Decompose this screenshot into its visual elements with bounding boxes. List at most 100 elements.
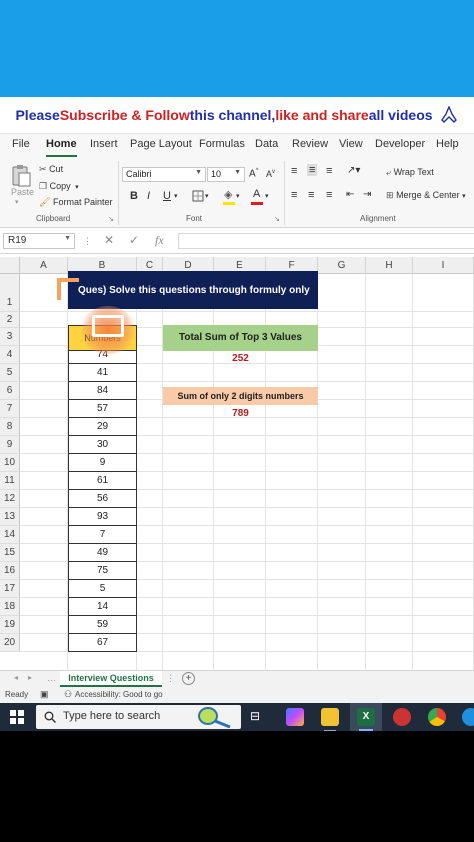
bold-button[interactable]: B bbox=[130, 190, 138, 202]
align-center-icon[interactable]: ≡ bbox=[308, 189, 314, 201]
row-header-17[interactable]: 17 bbox=[0, 580, 20, 598]
row-header-5[interactable]: 5 bbox=[0, 364, 20, 382]
column-header-a[interactable]: A bbox=[20, 257, 68, 274]
two-digit-value-cell[interactable]: 789 bbox=[163, 408, 318, 424]
row-header-20[interactable]: 20 bbox=[0, 634, 20, 652]
orientation-icon[interactable]: ↗▾ bbox=[347, 165, 360, 176]
decrease-indent-icon[interactable]: ⇤ bbox=[346, 189, 354, 200]
row-header-8[interactable]: 8 bbox=[0, 418, 20, 436]
number-cell[interactable]: 49 bbox=[68, 544, 137, 562]
number-cell[interactable]: 9 bbox=[68, 454, 137, 472]
column-header-g[interactable]: G bbox=[318, 257, 366, 274]
number-cell[interactable]: 75 bbox=[68, 562, 137, 580]
row-header-15[interactable]: 15 bbox=[0, 544, 20, 562]
question-title-cell[interactable]: Ques) Solve this questions through formu… bbox=[68, 271, 318, 309]
column-header-i[interactable]: I bbox=[413, 257, 474, 274]
row-header-6[interactable]: 6 bbox=[0, 382, 20, 400]
increase-indent-icon[interactable]: ⇥ bbox=[363, 189, 371, 200]
file-explorer-icon[interactable] bbox=[321, 708, 339, 726]
chevron-down-icon[interactable]: ▾ bbox=[236, 192, 240, 200]
row-header-12[interactable]: 12 bbox=[0, 490, 20, 508]
row-header-19[interactable]: 19 bbox=[0, 616, 20, 634]
row-header-2[interactable]: 2 bbox=[0, 312, 20, 328]
row-header-13[interactable]: 13 bbox=[0, 508, 20, 526]
insert-function-icon[interactable]: fx bbox=[155, 233, 164, 248]
row-header-1[interactable]: 1 bbox=[0, 274, 20, 312]
excel-icon[interactable]: X bbox=[357, 708, 375, 726]
number-cell[interactable]: 93 bbox=[68, 508, 137, 526]
number-cell[interactable]: 5 bbox=[68, 580, 137, 598]
merge-center-button[interactable]: ⊞ Merge & Center ▾ bbox=[386, 190, 466, 201]
number-cell[interactable]: 14 bbox=[68, 598, 137, 616]
worksheet-grid[interactable]: ABCDEFGHI 1 2 3 4 5 6 7 8 9 10 11 12 13 14 15 16 17 18 19 2… bbox=[0, 254, 474, 670]
macro-record-icon[interactable]: ▣ bbox=[40, 689, 49, 700]
tab-review[interactable]: Review bbox=[292, 138, 328, 150]
name-box[interactable]: R19 ▼ bbox=[3, 233, 75, 249]
chrome-icon[interactable] bbox=[428, 708, 446, 726]
more-sheets-icon[interactable]: ⋮ bbox=[166, 673, 175, 684]
font-color-icon[interactable]: A bbox=[253, 188, 260, 200]
row-header-10[interactable]: 10 bbox=[0, 454, 20, 472]
number-cell[interactable]: 56 bbox=[68, 490, 137, 508]
column-header-h[interactable]: H bbox=[366, 257, 413, 274]
windows-start-icon[interactable] bbox=[10, 710, 24, 724]
tab-help[interactable]: Help bbox=[436, 138, 459, 150]
decrease-font-icon[interactable]: Av bbox=[266, 169, 275, 179]
number-cell[interactable]: 41 bbox=[68, 364, 137, 382]
align-bottom-icon[interactable]: ≡ bbox=[326, 165, 332, 177]
top3-label-cell[interactable]: Total Sum of Top 3 Values bbox=[163, 325, 318, 351]
tab-formulas[interactable]: Formulas bbox=[199, 138, 245, 150]
row-header-9[interactable]: 9 bbox=[0, 436, 20, 454]
add-sheet-icon[interactable]: + bbox=[182, 672, 195, 685]
tab-insert[interactable]: Insert bbox=[90, 138, 118, 150]
more-options-icon[interactable]: ⋮ bbox=[83, 236, 92, 247]
align-top-icon[interactable]: ≡ bbox=[291, 165, 297, 177]
two-digit-label-cell[interactable]: Sum of only 2 digits numbers bbox=[163, 387, 318, 405]
tab-data[interactable]: Data bbox=[255, 138, 278, 150]
accessibility-icon[interactable]: ⚇ bbox=[64, 689, 72, 700]
paste-label[interactable]: Paste bbox=[11, 187, 34, 197]
number-cell[interactable]: 7 bbox=[68, 526, 137, 544]
tab-developer[interactable]: Developer bbox=[375, 138, 425, 150]
row-header-11[interactable]: 11 bbox=[0, 472, 20, 490]
align-middle-icon[interactable]: ≡ bbox=[307, 164, 318, 176]
sheet-nav-arrows-icon[interactable]: ◂▸ bbox=[14, 673, 42, 682]
app-icon[interactable] bbox=[393, 708, 411, 726]
row-header-18[interactable]: 18 bbox=[0, 598, 20, 616]
number-cell[interactable]: 59 bbox=[68, 616, 137, 634]
borders-icon[interactable] bbox=[192, 190, 204, 202]
tab-view[interactable]: View bbox=[339, 138, 363, 150]
underline-button[interactable]: U bbox=[163, 190, 171, 202]
dialog-launcher-icon[interactable]: ↘ bbox=[274, 215, 280, 223]
task-view-icon[interactable]: ⊟ bbox=[250, 709, 260, 723]
align-right-icon[interactable]: ≡ bbox=[326, 189, 332, 201]
row-header-7[interactable]: 7 bbox=[0, 400, 20, 418]
more-sheets-icon[interactable]: … bbox=[47, 673, 56, 683]
format-painter-button[interactable]: 🖌 Format Painter bbox=[39, 197, 112, 208]
cancel-icon[interactable]: ✕ bbox=[104, 233, 114, 247]
number-cell[interactable]: 61 bbox=[68, 472, 137, 490]
increase-font-icon[interactable]: A^ bbox=[249, 168, 259, 179]
font-size-select[interactable]: 10 ▼ bbox=[207, 167, 245, 182]
accessibility-status[interactable]: Accessibility: Good to go bbox=[75, 690, 163, 699]
fill-color-icon[interactable]: ◈ bbox=[224, 188, 232, 201]
copilot-icon[interactable] bbox=[286, 708, 304, 726]
font-name-select[interactable]: Calibri ▼ bbox=[122, 167, 206, 182]
top3-value-cell[interactable]: 252 bbox=[163, 353, 318, 369]
edge-icon[interactable] bbox=[462, 708, 474, 726]
number-cell[interactable]: 67 bbox=[68, 634, 137, 652]
row-header-4[interactable]: 4 bbox=[0, 346, 20, 364]
chevron-down-icon[interactable]: ▾ bbox=[174, 192, 178, 200]
select-all-corner[interactable] bbox=[0, 257, 20, 274]
formula-input[interactable] bbox=[178, 233, 474, 249]
row-header-3[interactable]: 3 bbox=[0, 328, 20, 346]
align-left-icon[interactable]: ≡ bbox=[291, 189, 297, 201]
number-cell[interactable]: 84 bbox=[68, 382, 137, 400]
number-cell[interactable]: 29 bbox=[68, 418, 137, 436]
number-cell[interactable]: 30 bbox=[68, 436, 137, 454]
copy-button[interactable]: ❐ Copy ▾ bbox=[39, 181, 79, 192]
chevron-down-icon[interactable]: ▾ bbox=[205, 192, 209, 200]
check-icon[interactable]: ✓ bbox=[129, 233, 139, 247]
taskbar-search-input[interactable]: Type here to search bbox=[36, 705, 241, 729]
number-cell[interactable]: 57 bbox=[68, 400, 137, 418]
